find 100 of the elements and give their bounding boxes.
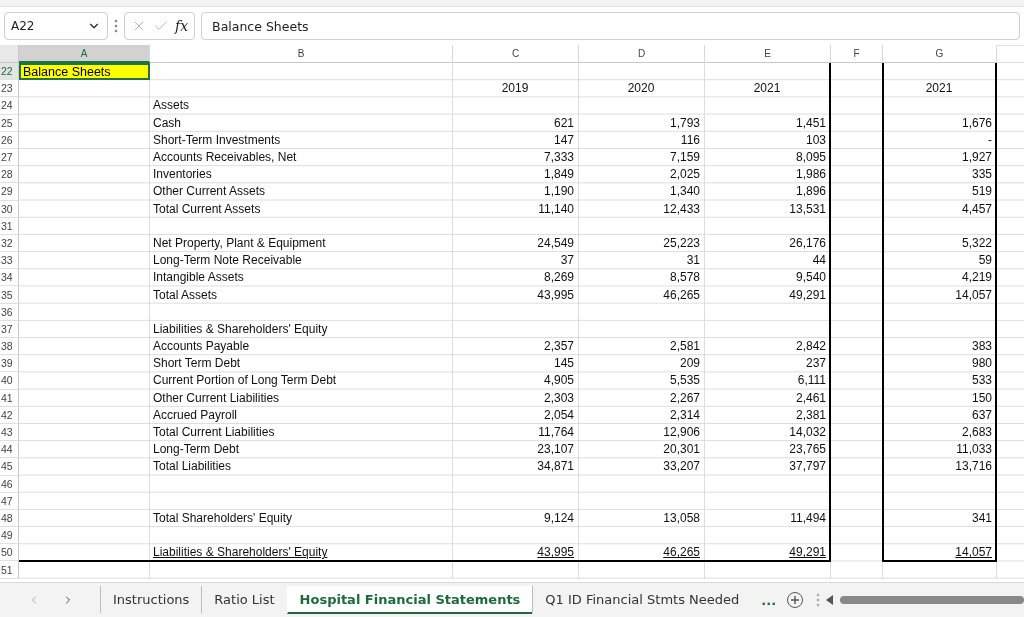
table-cell-text: Other Current Liabilities bbox=[152, 389, 281, 407]
row-number[interactable]: 24 bbox=[0, 97, 19, 115]
table-cell-text: 43,995 bbox=[536, 544, 575, 562]
sheet-tab[interactable]: Instructions bbox=[100, 586, 202, 614]
row-number[interactable]: 39 bbox=[0, 355, 19, 373]
table-cell-text: Long-Term Note Receivable bbox=[152, 252, 303, 270]
table-cell-text: 1,849 bbox=[542, 166, 575, 184]
more-tabs-button[interactable]: ... bbox=[751, 592, 787, 608]
table-cell-text: 13,716 bbox=[954, 458, 993, 476]
table-cell-text: 2021 bbox=[752, 80, 782, 98]
table-cell-text: 14,032 bbox=[788, 424, 827, 442]
row-number[interactable]: 34 bbox=[0, 269, 19, 287]
table-cell-text: 23,107 bbox=[536, 441, 575, 459]
table-cell-text: 9,540 bbox=[794, 269, 827, 287]
table-cell-text: 26,176 bbox=[788, 234, 827, 252]
table-cell-text: 1,190 bbox=[542, 183, 575, 201]
column-header[interactable]: E bbox=[705, 45, 831, 63]
table-cell-text: 1,986 bbox=[794, 166, 827, 184]
table-cell-text: Inventories bbox=[152, 166, 213, 184]
table-cell-text: Cash bbox=[152, 114, 182, 132]
table-cell-text: 31 bbox=[685, 252, 701, 270]
table-cell-text: 2,303 bbox=[542, 389, 575, 407]
table-cell-text: 2020 bbox=[626, 80, 656, 98]
row-number[interactable]: 51 bbox=[0, 561, 19, 579]
column-header[interactable]: F bbox=[831, 45, 883, 63]
table-cell-text: 13,058 bbox=[662, 509, 701, 527]
column-header[interactable]: D bbox=[579, 45, 705, 63]
row-number[interactable]: 45 bbox=[0, 458, 19, 476]
table-cell-text: 43,995 bbox=[536, 286, 575, 304]
row-number[interactable]: 49 bbox=[0, 527, 19, 545]
table-cell-text: Accounts Payable bbox=[152, 338, 251, 356]
row-number[interactable]: 33 bbox=[0, 252, 19, 270]
table-cell-text: 519 bbox=[970, 183, 993, 201]
table-cell-text: 335 bbox=[970, 166, 993, 184]
table-cell-text: Liabilities & Shareholders' Equity bbox=[152, 320, 329, 338]
table-cell-text: 49,291 bbox=[788, 286, 827, 304]
table-cell-text: 2019 bbox=[500, 80, 530, 98]
column-header[interactable]: A bbox=[19, 45, 150, 63]
table-cell-text: 6,111 bbox=[796, 372, 827, 390]
table-cell-text: Current Portion of Long Term Debt bbox=[152, 372, 338, 390]
row-number[interactable]: 23 bbox=[0, 80, 19, 98]
table-cell-text: Accounts Receivables, Net bbox=[152, 149, 298, 167]
table-cell-text: 2,842 bbox=[794, 338, 827, 356]
table-cell-text: 12,906 bbox=[662, 424, 701, 442]
row-number[interactable]: 40 bbox=[0, 372, 19, 390]
left-triangle-icon[interactable] bbox=[826, 595, 835, 605]
table-cell-text: 8,095 bbox=[794, 149, 827, 167]
table-cell-text: 2,314 bbox=[668, 406, 701, 424]
table-cell-text: 8,269 bbox=[542, 269, 575, 287]
table-cell-text: 2,025 bbox=[668, 166, 701, 184]
table-cell-text: 44 bbox=[811, 252, 827, 270]
name-box[interactable]: A22 bbox=[4, 12, 108, 40]
table-cell-text: 37 bbox=[559, 252, 575, 270]
insert-function-button[interactable]: fx bbox=[175, 18, 189, 34]
table-cell-text: 13,531 bbox=[788, 200, 827, 218]
table-cell-text: 209 bbox=[678, 355, 701, 373]
table-cell-text: 621 bbox=[552, 114, 575, 132]
sheet-tab[interactable]: Hospital Financial Statements bbox=[286, 586, 533, 614]
row-number[interactable]: 50 bbox=[0, 544, 19, 562]
table-cell[interactable]: Balance Sheets bbox=[19, 63, 150, 81]
table-cell-text: 7,333 bbox=[542, 149, 575, 167]
row-number[interactable]: 35 bbox=[0, 286, 19, 304]
table-cell-text: 980 bbox=[970, 355, 993, 373]
vertical-dots-icon bbox=[114, 19, 118, 33]
sheet-tab[interactable]: Ratio List bbox=[201, 586, 287, 614]
column-header[interactable]: B bbox=[150, 45, 453, 63]
row-number[interactable]: 38 bbox=[0, 338, 19, 356]
table-cell-text: Other Current Assets bbox=[152, 183, 267, 201]
table-cell-text: 637 bbox=[970, 406, 993, 424]
add-sheet-icon[interactable] bbox=[786, 591, 805, 609]
table-cell-text: 5,535 bbox=[668, 372, 701, 390]
table-cell-text: 4,457 bbox=[960, 200, 993, 218]
table-cell-text: 103 bbox=[804, 131, 827, 149]
row-number[interactable]: 28 bbox=[0, 166, 19, 184]
table-cell-text: Assets bbox=[152, 97, 190, 115]
table-cell-text: 341 bbox=[970, 509, 993, 527]
table-cell-text: 5,322 bbox=[960, 234, 993, 252]
row-number[interactable]: 44 bbox=[0, 441, 19, 459]
table-cell-text: Total Liabilities bbox=[152, 458, 233, 476]
horizontal-scrollbar[interactable] bbox=[840, 596, 1024, 604]
table-cell-text: 20,301 bbox=[662, 441, 701, 459]
sheet-tab[interactable]: Q1 ID Financial Stmts Needed bbox=[532, 586, 752, 614]
column-header[interactable]: G bbox=[883, 45, 997, 63]
table-cell-text: 2,357 bbox=[542, 338, 575, 356]
row-number[interactable]: 22 bbox=[0, 63, 19, 81]
table-cell-text: Total Current Liabilities bbox=[152, 424, 276, 442]
table-cell-text: 383 bbox=[970, 338, 993, 356]
table-cell-text: 1,927 bbox=[960, 149, 993, 167]
table-cell-text: 150 bbox=[970, 389, 993, 407]
table-cell-text: - bbox=[987, 131, 993, 149]
table-cell-text: 147 bbox=[552, 131, 575, 149]
formula-input-field[interactable]: Balance Sheets bbox=[201, 12, 1020, 40]
table-cell-text: 23,765 bbox=[788, 441, 827, 459]
column-header[interactable]: C bbox=[453, 45, 579, 63]
row-number[interactable]: 29 bbox=[0, 183, 19, 201]
table-cell-text: 46,265 bbox=[662, 544, 701, 562]
select-all-corner[interactable] bbox=[0, 45, 19, 63]
table-cell-text: 14,057 bbox=[954, 544, 993, 562]
table-cell-text: 2021 bbox=[924, 80, 954, 98]
table-cell-text: Long-Term Debt bbox=[152, 441, 241, 459]
